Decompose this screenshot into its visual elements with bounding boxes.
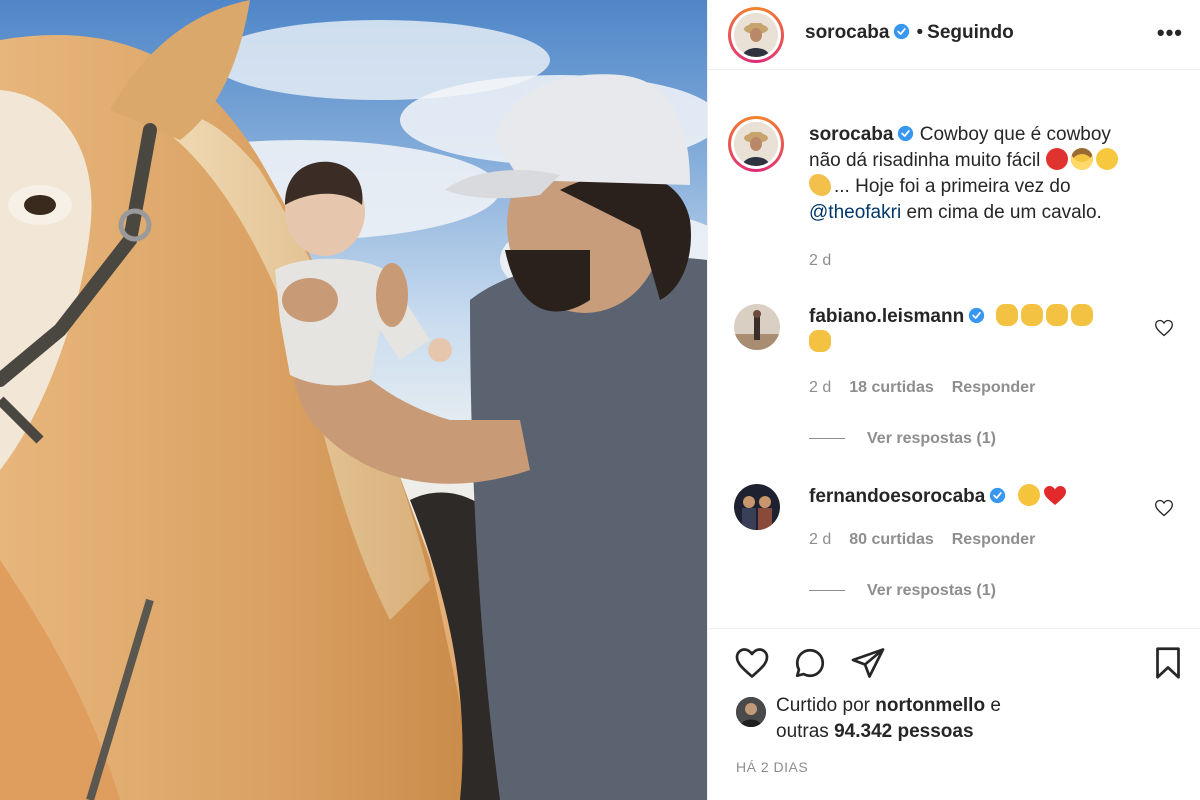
rofl-face-emoji-icon bbox=[1095, 148, 1118, 170]
header-user-line: sorocaba • Seguindo bbox=[805, 22, 1014, 44]
likes-prefix: Curtido por bbox=[776, 695, 876, 716]
caption-avatar[interactable] bbox=[728, 116, 784, 172]
share-icon[interactable] bbox=[850, 645, 886, 681]
post-side-panel: sorocaba • Seguindo ••• sorocaba Cowboy … bbox=[707, 0, 1200, 800]
comments-area[interactable]: sorocaba Cowboy que é cowboy não dá risa… bbox=[708, 70, 1200, 628]
angry-face-emoji-icon bbox=[1045, 148, 1068, 170]
following-button[interactable]: Seguindo bbox=[927, 22, 1014, 43]
commenter-avatar-picture bbox=[734, 484, 780, 530]
photo-illustration bbox=[0, 0, 707, 800]
likes-middle: e bbox=[985, 695, 1001, 716]
author-avatar[interactable] bbox=[728, 7, 784, 63]
author-username[interactable]: sorocaba bbox=[805, 22, 889, 43]
liker-username[interactable]: nortonmello bbox=[875, 695, 985, 716]
comment-time: 2 d bbox=[809, 379, 832, 396]
cowboy-face-emoji-icon bbox=[1070, 148, 1093, 170]
clapping-hands-emoji-icon bbox=[1046, 304, 1069, 326]
comment-body: fabiano.leismann bbox=[809, 304, 1139, 356]
post-actions-bar: Curtido por nortonmello e outras 94.342 … bbox=[708, 628, 1200, 800]
caption-avatar-picture bbox=[734, 122, 778, 166]
caption-line-4: em cima de um cavalo. bbox=[901, 202, 1102, 223]
commenter-avatar[interactable] bbox=[734, 484, 780, 530]
separator-dot: • bbox=[916, 22, 924, 43]
mention-link[interactable]: @theofakri bbox=[809, 202, 901, 223]
comment-likes-count[interactable]: 80 curtidas bbox=[849, 531, 933, 548]
comment-body: fernandoesorocaba bbox=[809, 484, 1139, 510]
comment-time: 2 d bbox=[809, 531, 832, 548]
caption-username[interactable]: sorocaba bbox=[809, 124, 893, 145]
reply-button[interactable]: Responder bbox=[952, 531, 1036, 548]
post-header: sorocaba • Seguindo ••• bbox=[708, 0, 1200, 70]
reply-button[interactable]: Responder bbox=[952, 379, 1036, 396]
likes-count[interactable]: 94.342 pessoas bbox=[834, 721, 973, 742]
clapping-hands-emoji-icon bbox=[996, 304, 1019, 326]
caption-line-2: não dá risadinha muito fácil bbox=[809, 150, 1041, 171]
caption-line-1: Cowboy que é cowboy bbox=[919, 124, 1111, 145]
verified-badge-icon bbox=[969, 307, 985, 324]
flexed-biceps-emoji-icon bbox=[809, 174, 831, 196]
view-replies-label: Ver respostas (1) bbox=[867, 430, 996, 447]
author-avatar-picture bbox=[734, 13, 778, 57]
commenter-avatar[interactable] bbox=[734, 304, 780, 350]
liker-avatar-picture bbox=[736, 697, 766, 727]
heart-icon[interactable] bbox=[734, 645, 770, 681]
verified-badge-icon bbox=[898, 125, 914, 142]
view-replies-button[interactable]: Ver respostas (1) bbox=[809, 430, 996, 448]
verified-badge-icon bbox=[990, 487, 1006, 504]
comment-icon[interactable] bbox=[792, 645, 828, 681]
view-replies-label: Ver respostas (1) bbox=[867, 582, 996, 599]
commenter-username[interactable]: fabiano.leismann bbox=[809, 306, 964, 327]
liker-avatar[interactable] bbox=[736, 697, 766, 727]
replies-divider-line bbox=[809, 590, 845, 592]
clapping-hands-emoji-icon bbox=[809, 330, 831, 352]
replies-divider-line bbox=[809, 438, 845, 440]
post-photo[interactable] bbox=[0, 0, 707, 800]
commenter-username[interactable]: fernandoesorocaba bbox=[809, 486, 985, 507]
post-age: HÁ 2 DIAS bbox=[736, 759, 809, 775]
view-replies-button[interactable]: Ver respostas (1) bbox=[809, 582, 996, 600]
verified-badge-icon bbox=[894, 23, 910, 40]
bookmark-icon[interactable] bbox=[1150, 645, 1186, 681]
comment-meta: 2 d 80 curtidas Responder bbox=[809, 531, 1053, 549]
like-comment-heart-icon[interactable] bbox=[1154, 318, 1174, 338]
clapping-hands-emoji-icon bbox=[1021, 304, 1044, 326]
heart-eyes-emoji-icon bbox=[1017, 484, 1040, 506]
commenter-avatar-picture bbox=[734, 304, 780, 350]
caption-text: sorocaba Cowboy que é cowboy não dá risa… bbox=[809, 122, 1169, 226]
red-heart-emoji-icon bbox=[1043, 486, 1066, 505]
comment-meta: 2 d 18 curtidas Responder bbox=[809, 379, 1053, 397]
caption-line-3: ... Hoje foi a primeira vez do bbox=[834, 176, 1071, 197]
like-comment-heart-icon[interactable] bbox=[1154, 498, 1174, 518]
more-options-icon[interactable]: ••• bbox=[1157, 22, 1183, 44]
likes-text: Curtido por nortonmello e outras 94.342 … bbox=[776, 693, 1076, 745]
comment-likes-count[interactable]: 18 curtidas bbox=[849, 379, 933, 396]
caption-time: 2 d bbox=[809, 252, 832, 269]
likes-line2-prefix: outras bbox=[776, 721, 835, 742]
clapping-hands-emoji-icon bbox=[1071, 304, 1094, 326]
